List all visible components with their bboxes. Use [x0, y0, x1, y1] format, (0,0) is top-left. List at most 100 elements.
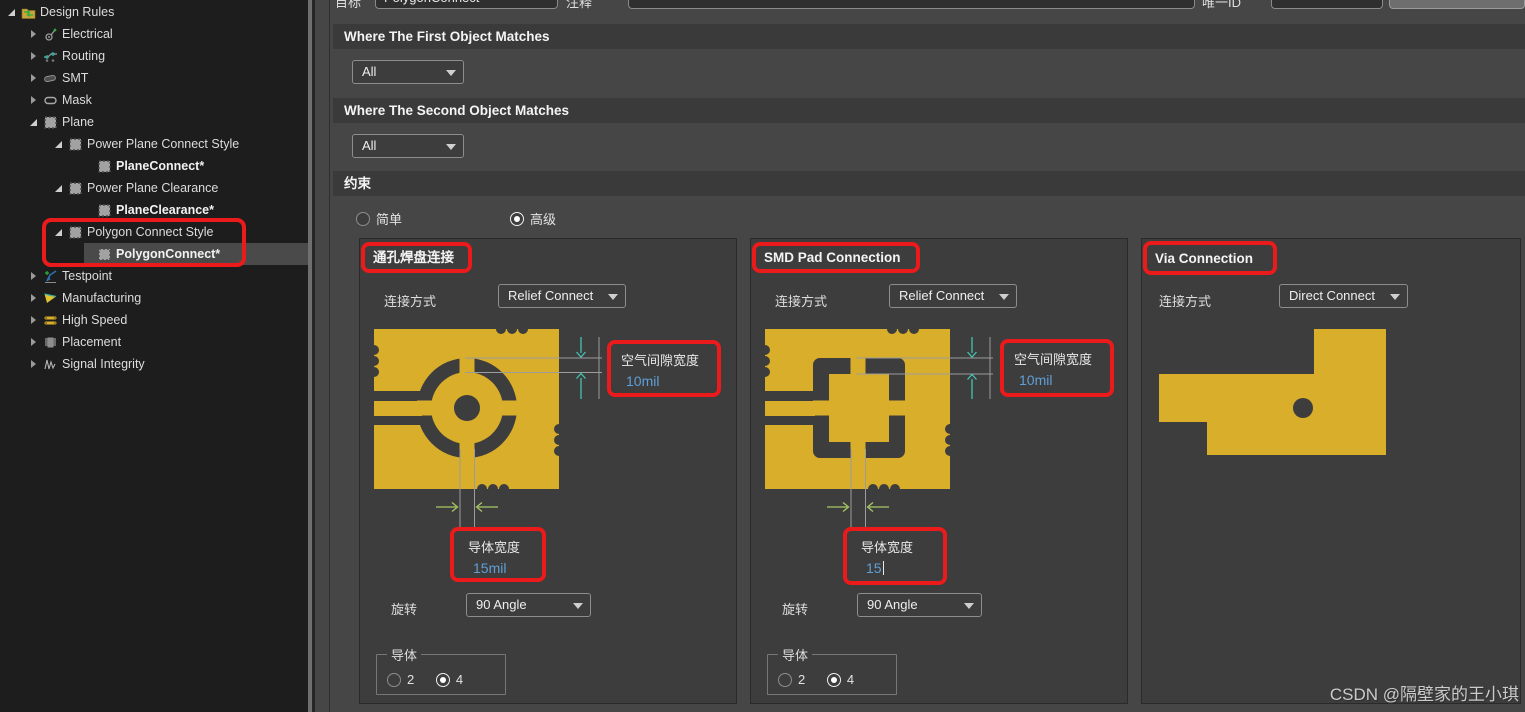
tree-item-power-plane-connect-style[interactable]: Power Plane Connect Style: [0, 133, 308, 155]
radio-circle-icon: [356, 211, 370, 226]
second-match-value: All: [362, 138, 377, 153]
expand-arrow-icon[interactable]: [28, 72, 40, 84]
air-gap-label: 空气间隙宽度: [621, 353, 700, 368]
expand-arrow-icon[interactable]: [53, 138, 65, 150]
expand-arrow-icon[interactable]: [28, 270, 40, 282]
tree-item-mask[interactable]: Mask: [0, 89, 308, 111]
generate-id-button[interactable]: [1389, 0, 1525, 9]
first-match-dropdown[interactable]: All: [352, 60, 464, 84]
conductors-4-radio[interactable]: 4: [826, 672, 855, 687]
conductors-label: 导体: [782, 648, 809, 663]
first-match-header: Where The First Object Matches: [333, 24, 1525, 49]
tree-item-routing[interactable]: Routing: [0, 45, 308, 67]
tree-item-polygon-connect-style[interactable]: Polygon Connect Style: [0, 221, 308, 243]
constraints-header: 约束: [333, 171, 1525, 196]
conductors-2-radio[interactable]: 2: [778, 672, 805, 687]
high-speed-icon: [44, 316, 57, 324]
annotation-redbox-title: 通孔焊盘连接: [361, 242, 472, 273]
rule-editor-main: 目标 PolygonConnect 注释 唯一ID Where The Firs…: [315, 0, 1525, 712]
conductor-width-input[interactable]: 15: [861, 556, 943, 576]
expand-arrow-icon[interactable]: [28, 292, 40, 304]
smt-icon: [44, 74, 56, 82]
panel-title: SMD Pad Connection: [764, 250, 901, 265]
expand-arrow-icon[interactable]: [28, 94, 40, 106]
expand-arrow-icon[interactable]: [28, 336, 40, 348]
text-cursor: [882, 561, 884, 575]
tree-item-planeclearance-rule[interactable]: PlaneClearance*: [0, 199, 308, 221]
annotation-redbox-conductor-width: 导体宽度 15: [843, 527, 947, 585]
connect-style-label: 连接方式: [1159, 294, 1212, 309]
unique-id-input[interactable]: [1271, 0, 1383, 9]
conductors-group: 导体 2 4: [767, 645, 897, 695]
conductor-width-label: 导体宽度: [861, 540, 914, 555]
tree-item-testpoint[interactable]: Testpoint: [0, 265, 308, 287]
conductor-width-value[interactable]: 15mil: [468, 556, 542, 576]
tree-item-electrical[interactable]: Electrical: [0, 23, 308, 45]
radio-circle-icon: [826, 672, 841, 687]
connect-style-dropdown[interactable]: Relief Connect: [498, 284, 626, 308]
expand-arrow-icon[interactable]: [28, 358, 40, 370]
conductors-4-radio[interactable]: 4: [435, 672, 463, 687]
annotation-redbox-title: Via Connection: [1143, 241, 1277, 275]
electrical-icon: [45, 27, 57, 41]
air-gap-value[interactable]: 10mil: [1014, 368, 1110, 388]
conductors-group: 导体 2 4: [376, 645, 506, 695]
annotation-redbox-title: SMD Pad Connection: [752, 242, 920, 273]
tree-item-label: Power Plane Clearance: [87, 181, 219, 195]
tree-item-smt[interactable]: SMT: [0, 67, 308, 89]
radio-circle-icon: [435, 672, 450, 687]
annotation-redbox-air-gap: 空气间隙宽度 10mil: [607, 340, 721, 397]
mode-simple-label: 简单: [376, 212, 403, 227]
conductors-2-radio[interactable]: 2: [387, 672, 414, 687]
connect-style-dropdown[interactable]: Direct Connect: [1279, 284, 1408, 308]
rotation-dropdown[interactable]: 90 Angle: [466, 593, 591, 617]
tree-item-label: High Speed: [62, 313, 128, 327]
tree-item-label: Plane: [62, 115, 94, 129]
unique-id-label: 唯一ID: [1202, 0, 1242, 10]
mask-icon: [44, 96, 57, 104]
air-gap-value[interactable]: 10mil: [621, 369, 717, 389]
rotation-label: 旋转: [782, 602, 809, 617]
tree-item-polygonconnect-rule[interactable]: PolygonConnect*: [0, 243, 308, 265]
chevron-down-icon: [1390, 294, 1400, 300]
radio-circle-icon: [387, 672, 401, 687]
tree-item-power-plane-clearance[interactable]: Power Plane Clearance: [0, 177, 308, 199]
expand-arrow-icon[interactable]: [28, 28, 40, 40]
mode-simple-radio[interactable]: 简单: [356, 209, 402, 228]
tree-item-label: Mask: [62, 93, 92, 107]
rotation-value: 90 Angle: [476, 597, 527, 612]
tree-item-design-rules[interactable]: Design Rules: [0, 1, 308, 23]
conductors-4-label: 4: [846, 672, 855, 687]
conductors-2-label: 2: [798, 672, 806, 687]
tree-item-manufacturing[interactable]: Manufacturing: [0, 287, 308, 309]
expand-arrow-icon[interactable]: [6, 6, 18, 18]
radio-circle-icon: [510, 211, 524, 226]
expand-arrow-icon[interactable]: [28, 50, 40, 62]
tree-item-planeconnect-rule[interactable]: PlaneConnect*: [0, 155, 308, 177]
rotation-dropdown[interactable]: 90 Angle: [857, 593, 982, 617]
chevron-down-icon: [446, 144, 456, 150]
plane-rule-icon: [69, 181, 82, 195]
connect-style-dropdown[interactable]: Relief Connect: [889, 284, 1017, 308]
comment-label: 注释: [566, 0, 593, 10]
tree-item-placement[interactable]: Placement: [0, 331, 308, 353]
plane-rule-icon: [98, 159, 111, 173]
expand-arrow-icon[interactable]: [28, 116, 40, 128]
tree-item-plane[interactable]: Plane: [0, 111, 308, 133]
tree-item-signal-integrity[interactable]: Signal Integrity: [0, 353, 308, 375]
conductors-2-label: 2: [407, 672, 415, 687]
expand-arrow-icon[interactable]: [28, 314, 40, 326]
tree-item-label: Manufacturing: [62, 291, 142, 305]
tree-item-label: Testpoint: [62, 269, 113, 283]
via-direct-connect-graphic: [1159, 329, 1386, 455]
smd-relief-pad-graphic: [765, 329, 993, 529]
expand-arrow-icon[interactable]: [53, 182, 65, 194]
tree-item-label: Routing: [62, 49, 106, 63]
tree-item-high-speed[interactable]: High Speed: [0, 309, 308, 331]
routing-icon: [44, 51, 57, 62]
rule-name-input[interactable]: PolygonConnect: [375, 0, 558, 9]
comment-input[interactable]: [628, 0, 1195, 9]
mode-advanced-radio[interactable]: 高级: [510, 209, 556, 228]
second-match-dropdown[interactable]: All: [352, 134, 464, 158]
expand-arrow-icon[interactable]: [53, 226, 65, 238]
